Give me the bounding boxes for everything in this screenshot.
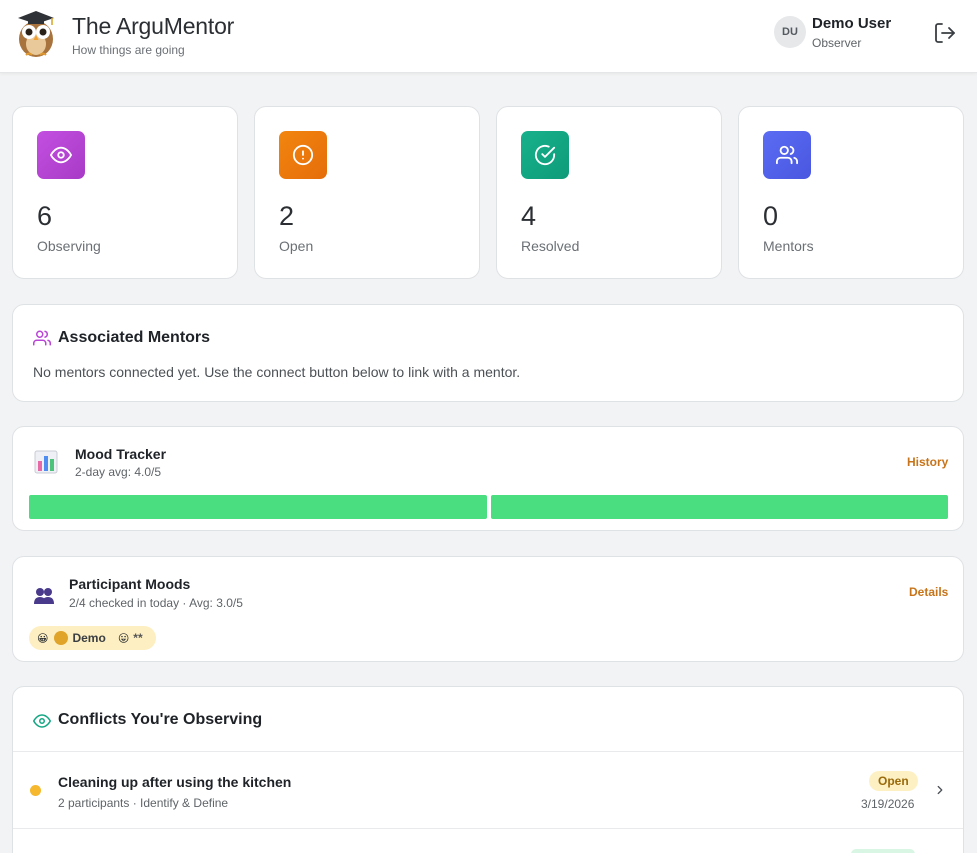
- user-role: Observer: [812, 36, 862, 50]
- stat-label: Mentors: [763, 238, 814, 254]
- conflict-date: 3/19/2026: [861, 797, 915, 811]
- stat-value: 4: [521, 201, 537, 231]
- users-icon: [763, 131, 811, 179]
- mood-tracker-title: Mood Tracker: [75, 446, 167, 462]
- mood-emoji: 😛: [117, 632, 130, 645]
- mood-tracker-subtitle: 2-day avg: 4.0/5: [75, 465, 162, 479]
- participant-moods-card: Participant Moods 2/4 checked in today ·…: [12, 556, 964, 662]
- eye-icon: [37, 131, 85, 179]
- mood-tracker-card: Mood Tracker 2-day avg: 4.0/5 History: [12, 426, 964, 531]
- divider: [13, 828, 963, 829]
- chevron-right-icon: [937, 785, 943, 795]
- stat-card-observing[interactable]: 6 Observing: [12, 106, 238, 279]
- stat-card-open[interactable]: 2 Open: [254, 106, 480, 279]
- details-link[interactable]: Details: [909, 585, 948, 599]
- stat-label: Observing: [37, 238, 101, 254]
- logout-icon[interactable]: [933, 21, 957, 45]
- participants-icon: [34, 588, 54, 604]
- stat-card-resolved[interactable]: 4 Resolved: [496, 106, 722, 279]
- stat-value: 6: [37, 201, 53, 231]
- section-title: Associated Mentors: [58, 329, 211, 346]
- participant-moods-title: Participant Moods: [69, 576, 191, 592]
- eye-icon: [33, 714, 51, 728]
- conflict-name: Cleaning up after using the kitchen: [58, 774, 292, 790]
- status-badge: [851, 849, 915, 853]
- participant-avatar-dot: [54, 631, 69, 645]
- stat-label: Open: [279, 238, 314, 254]
- mood-bar: [29, 495, 487, 519]
- user-name: Demo User: [812, 15, 892, 32]
- history-link[interactable]: History: [907, 455, 948, 469]
- owl-logo-icon: [18, 11, 54, 57]
- conflict-row[interactable]: Cleaning up after using the kitchen 2 pa…: [13, 752, 963, 829]
- check-circle-icon: [521, 131, 569, 179]
- app-title: The ArguMentor: [72, 13, 235, 39]
- empty-state-text: No mentors connected yet. Use the connec…: [33, 364, 521, 380]
- stat-label: Resolved: [521, 238, 580, 254]
- avatar[interactable]: DU: [774, 16, 806, 48]
- app-header: The ArguMentor How things are going DU D…: [0, 0, 977, 73]
- section-title: Conflicts You're Observing: [58, 711, 263, 728]
- mood-bar: [490, 495, 948, 519]
- participant-mood-chip[interactable]: 😀 Demo 😛 **: [29, 626, 156, 650]
- associated-mentors-card: Associated Mentors No mentors connected …: [12, 304, 964, 402]
- stat-value: 0: [763, 201, 779, 231]
- status-dot: [30, 785, 41, 796]
- participant-name: Demo: [72, 631, 106, 645]
- status-badge: Open: [869, 771, 918, 791]
- mood-stars: **: [133, 631, 143, 645]
- users-icon: [33, 330, 51, 346]
- conflicts-card: Conflicts You're Observing Cleaning up a…: [12, 686, 964, 853]
- app-subtitle: How things are going: [72, 43, 185, 57]
- alert-circle-icon: [279, 131, 327, 179]
- stat-card-mentors[interactable]: 0 Mentors: [738, 106, 964, 279]
- conflict-meta: 2 participants · Identify & Define: [58, 796, 229, 810]
- stat-value: 2: [279, 201, 295, 231]
- participant-moods-subtitle: 2/4 checked in today · Avg: 3.0/5: [69, 596, 243, 610]
- mood-bars: [29, 495, 948, 519]
- bar-chart-icon: [34, 450, 58, 474]
- mood-emoji: 😀: [37, 632, 49, 645]
